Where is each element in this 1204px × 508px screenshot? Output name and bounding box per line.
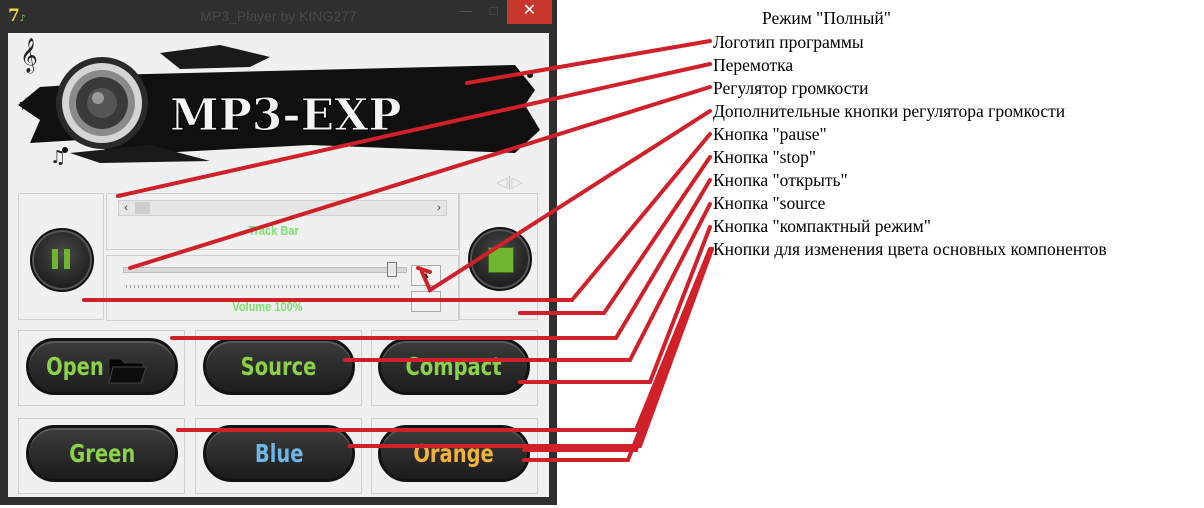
annotation-volume: Регулятор громкости	[713, 78, 869, 98]
annotation-source: Кнопка "source	[713, 193, 826, 213]
annotation-header: Режим "Полный"	[762, 8, 891, 28]
annotation-stop: Кнопка "stop"	[713, 147, 816, 167]
annotation-pause: Кнопка "pause"	[713, 124, 827, 144]
annotation-volume-buttons: Дополнительные кнопки регулятора громкос…	[713, 101, 1066, 121]
annotation-compact: Кнопка "компактный режим"	[713, 216, 931, 236]
annotation-logo: Логотип программы	[713, 32, 864, 52]
annotation-open: Кнопка "открыть"	[713, 170, 848, 190]
annotation-seek: Перемотка	[713, 55, 794, 75]
annotation-colors: Кнопки для изменения цвета основных комп…	[713, 239, 1107, 259]
